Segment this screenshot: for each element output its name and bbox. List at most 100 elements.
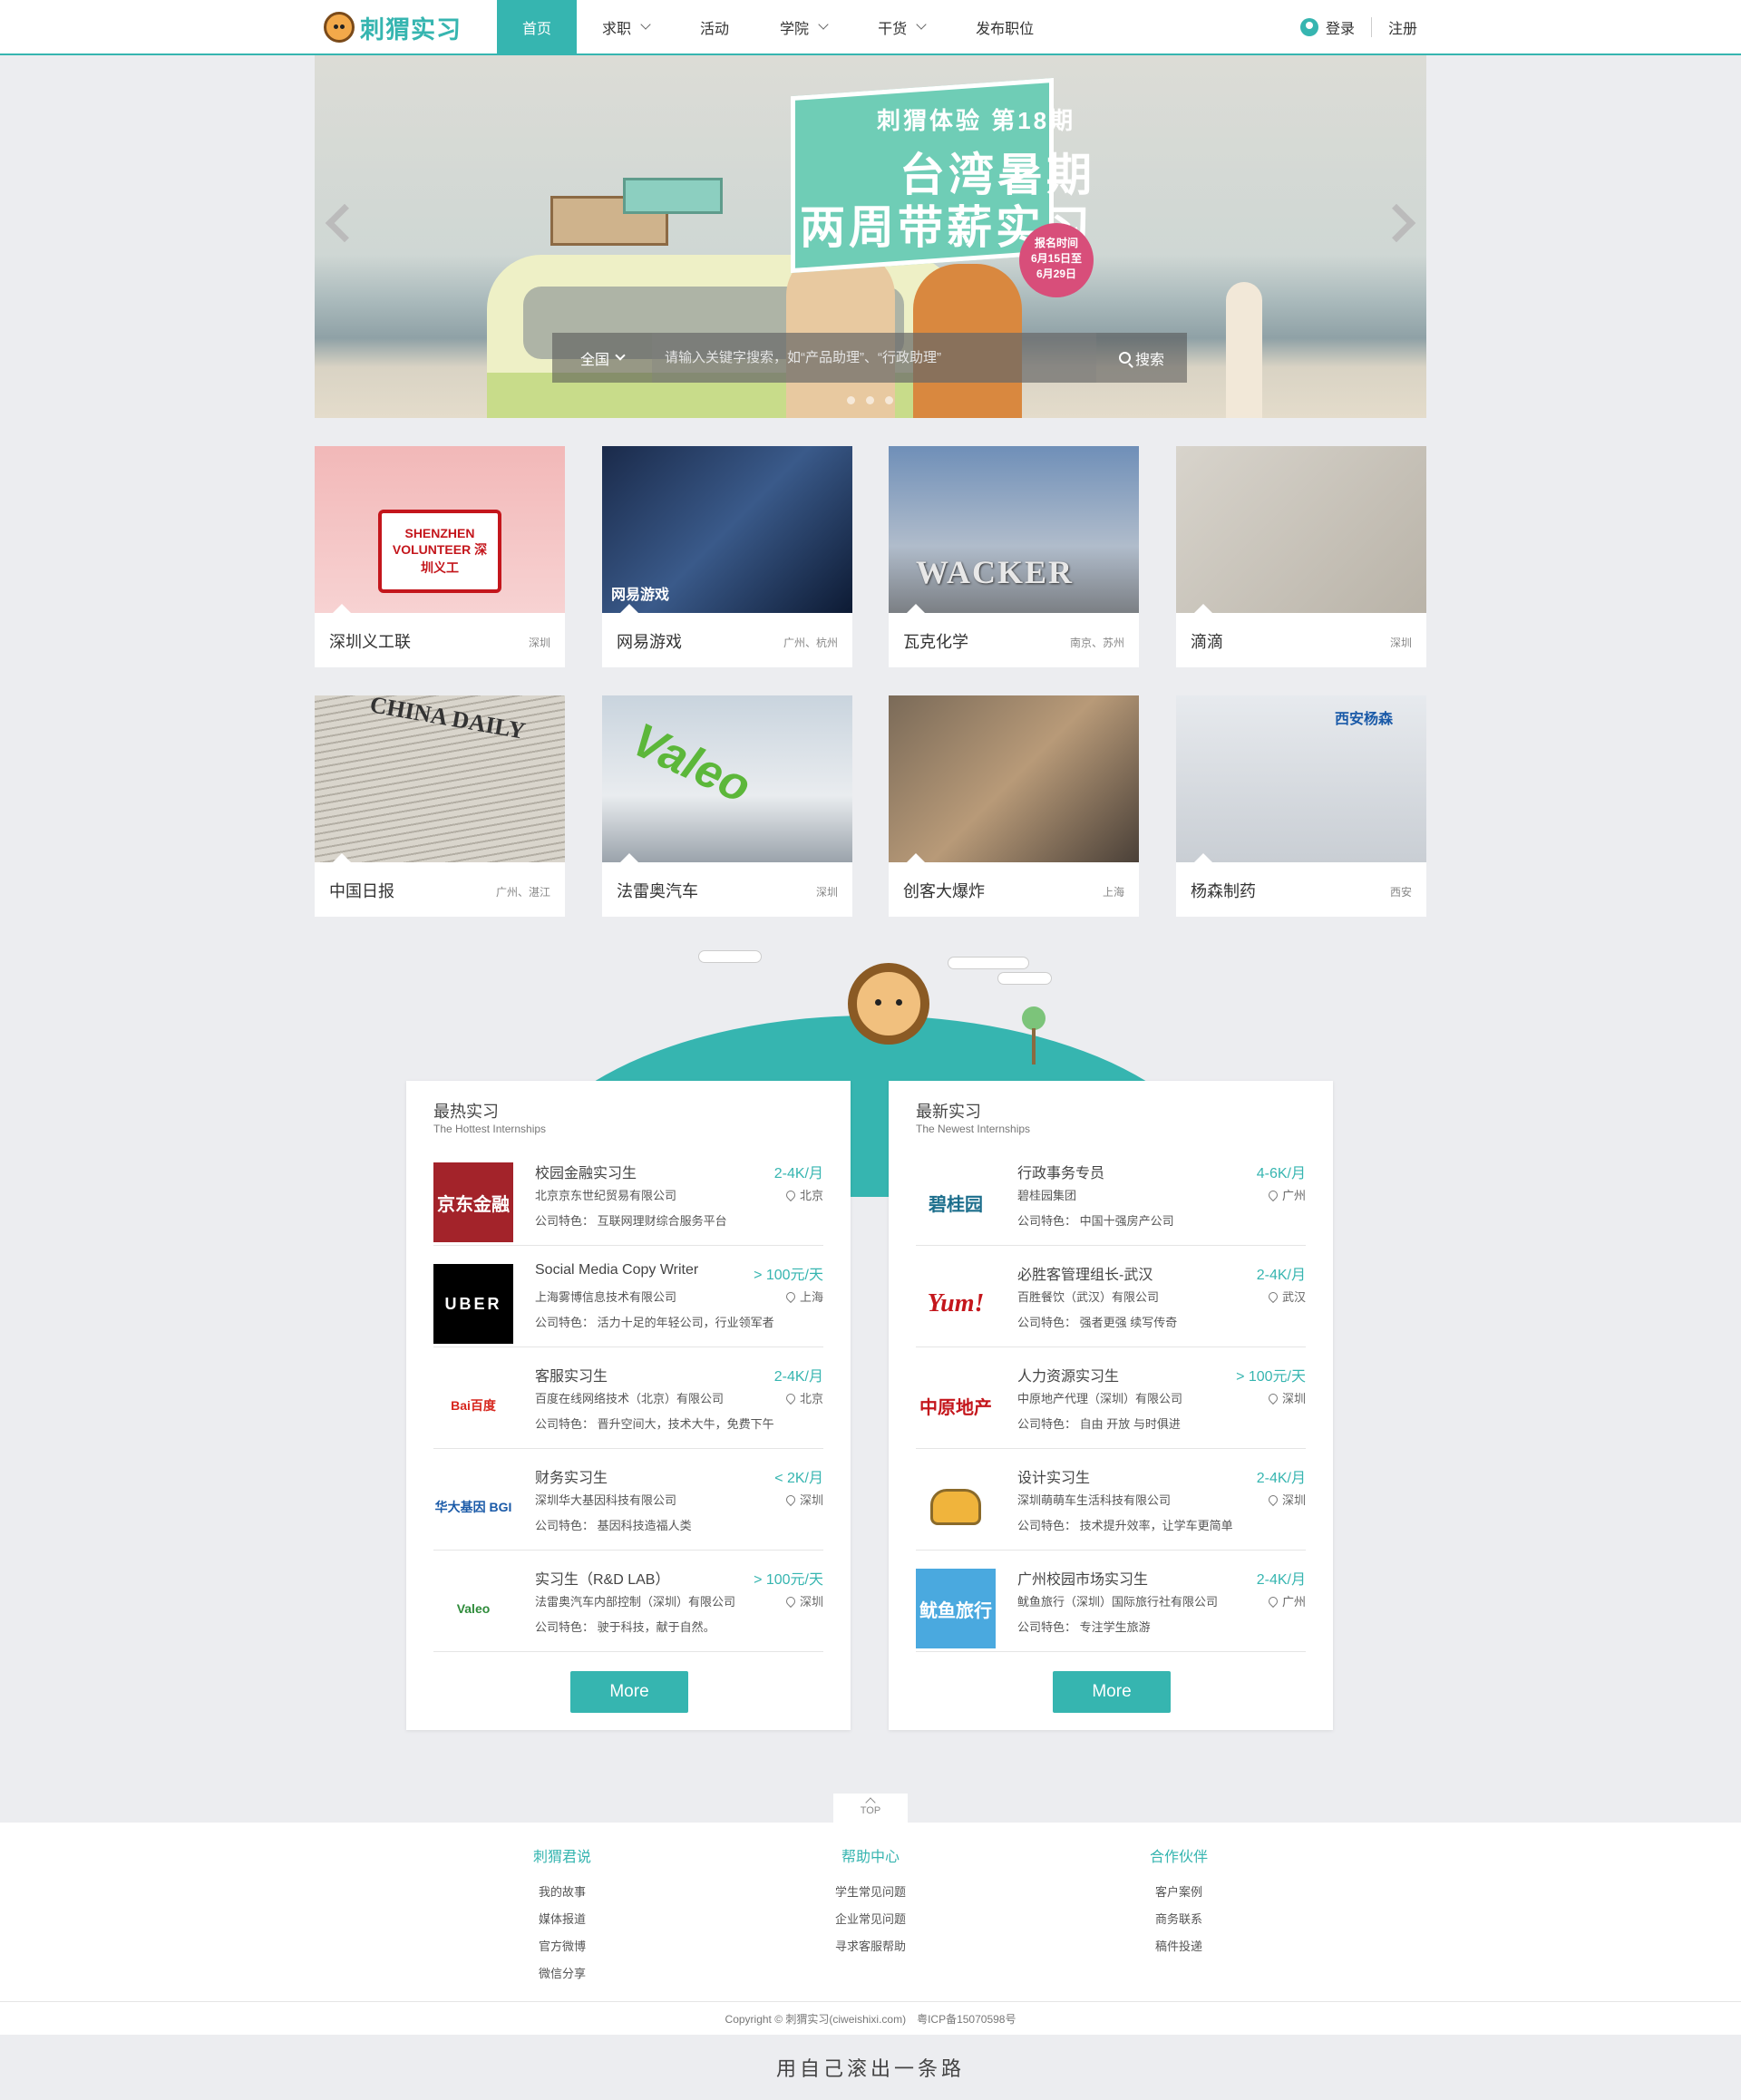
tree-illustration	[1022, 1006, 1046, 1030]
job-feature: 公司特色： 互联网理财综合服务平台	[535, 1214, 727, 1228]
job-feature: 公司特色： 驶于科技，献于自然。	[535, 1620, 715, 1634]
job-location: 武汉	[1266, 1288, 1306, 1305]
nav-item[interactable]: 发布职位	[950, 0, 1059, 53]
job-title[interactable]: 设计实习生	[1017, 1465, 1090, 1487]
job-feature: 公司特色： 活力十足的年轻公司，行业领军者	[535, 1316, 774, 1329]
footer-link[interactable]: 我的故事	[508, 1879, 617, 1906]
cloud-illustration	[997, 972, 1052, 985]
job-title[interactable]: 人力资源实习生	[1017, 1364, 1119, 1385]
login-link[interactable]: 登录	[1326, 16, 1355, 38]
company-city: 广州、杭州	[783, 637, 838, 649]
search-button[interactable]: 搜索	[1096, 333, 1187, 383]
job-list-item[interactable]: UBER Social Media Copy Writer > 100元/天 上海雾博…	[433, 1246, 823, 1347]
logo-text: 刺猬实习	[360, 15, 462, 44]
footer-link[interactable]: 微信分享	[508, 1960, 617, 1988]
carousel-dot[interactable]	[885, 396, 893, 404]
company-card[interactable]: CHINA DAILY 中国日报 广州、湛江	[315, 695, 565, 917]
job-list-item[interactable]: 中原地产 人力资源实习生 > 100元/天 中原地产代理（深圳）有限公司 深圳 公司特色：…	[916, 1347, 1306, 1449]
job-list-item[interactable]: 鱿鱼旅行 广州校园市场实习生 2-4K/月 鱿鱼旅行（深圳）国际旅行社有限公司 广州 公司…	[916, 1551, 1306, 1652]
company-image-label: SHENZHEN VOLUNTEER 深圳义工	[378, 510, 501, 593]
footer-link[interactable]: 寻求客服帮助	[816, 1933, 925, 1960]
company-card[interactable]: 创客大爆炸 上海	[889, 695, 1139, 917]
promo-subtitle: 刺猬体验 第18期	[877, 107, 1076, 134]
job-list-item[interactable]: Yum! 必胜客管理组长-武汉 2-4K/月 百胜餐饮（武汉）有限公司 武汉 公司特色： …	[916, 1246, 1306, 1347]
company-logo: 碧桂园	[916, 1162, 996, 1242]
more-button[interactable]: More	[570, 1671, 688, 1713]
next-slide-arrow-icon[interactable]	[1376, 203, 1416, 243]
nav-item[interactable]: 活动	[675, 0, 754, 53]
company-logo-text: Yum!	[927, 1289, 985, 1317]
company-image-label: 网易游戏	[611, 588, 670, 603]
footer-link[interactable]: 学生常见问题	[816, 1879, 925, 1906]
job-city-label: 深圳	[1281, 1392, 1306, 1405]
chevron-down-icon	[818, 19, 829, 30]
job-city-label: 深圳	[1281, 1493, 1306, 1507]
panel-title: 最新实习	[916, 1103, 981, 1121]
back-to-top-button[interactable]: TOP	[833, 1794, 908, 1824]
company-logo: UBER	[433, 1264, 513, 1344]
nav-item[interactable]: 首页	[497, 0, 578, 53]
footer-link[interactable]: 官方微博	[508, 1933, 617, 1960]
prev-slide-arrow-icon[interactable]	[325, 203, 365, 243]
company-image: CHINA DAILY	[315, 695, 565, 862]
carousel-dot[interactable]	[866, 396, 874, 404]
company-logo-text: 鱿鱼旅行	[919, 1600, 992, 1621]
nav-item[interactable]: 干货	[852, 0, 950, 53]
job-salary: 2-4K/月	[773, 1166, 823, 1181]
footer-link[interactable]: 商务联系	[1124, 1906, 1233, 1933]
job-list-item[interactable]: 华大基因 BGI 财务实习生 < 2K/月 深圳华大基因科技有限公司 深圳 公司特色： 基…	[433, 1449, 823, 1551]
job-list-item[interactable]: Bai百度 客服实习生 2-4K/月 百度在线网络技术（北京）有限公司 北京 公司特色： …	[433, 1347, 823, 1449]
job-title[interactable]: 广州校园市场实习生	[1017, 1567, 1148, 1589]
job-company: 百胜餐饮（武汉）有限公司	[1017, 1290, 1160, 1304]
job-list-item[interactable]: 设计实习生 2-4K/月 深圳萌萌车生活科技有限公司 深圳 公司特色： 技术提升效率，让…	[916, 1449, 1306, 1551]
job-salary: > 100元/天	[754, 1268, 823, 1283]
footer-link[interactable]: 企业常见问题	[816, 1906, 925, 1933]
hedgehog-mascot-icon	[848, 963, 929, 1045]
job-city-label: 上海	[799, 1290, 823, 1304]
job-location: 深圳	[1266, 1389, 1306, 1406]
job-location: 上海	[783, 1288, 823, 1305]
company-city: 深圳	[1389, 637, 1412, 649]
company-card[interactable]: 网易游戏 网易游戏 广州、杭州	[602, 446, 852, 667]
footer-link[interactable]: 客户案例	[1124, 1879, 1233, 1906]
job-title[interactable]: 客服实习生	[535, 1364, 608, 1385]
job-title[interactable]: 必胜客管理组长-武汉	[1017, 1262, 1153, 1284]
job-title[interactable]: 校园金融实习生	[535, 1161, 637, 1182]
carousel-dot[interactable]	[847, 396, 855, 404]
job-title[interactable]: 行政事务专员	[1017, 1161, 1104, 1182]
nav-item[interactable]: 求职	[577, 0, 675, 53]
job-feature: 公司特色： 专注学生旅游	[1017, 1620, 1151, 1634]
job-location: 深圳	[783, 1491, 823, 1508]
car-logo-icon	[930, 1489, 981, 1525]
badge-line: 报名时间	[1034, 237, 1078, 249]
company-card[interactable]: 滴滴 深圳	[1176, 446, 1426, 667]
footer-link[interactable]: 稿件投递	[1124, 1933, 1233, 1960]
company-card[interactable]: SHENZHEN VOLUNTEER 深圳义工 深圳义工联 深圳	[315, 446, 565, 667]
region-select[interactable]: 全国	[552, 333, 652, 383]
job-company: 深圳萌萌车生活科技有限公司	[1017, 1493, 1172, 1507]
company-card[interactable]: 西安杨森 杨森制药 西安	[1176, 695, 1426, 917]
company-logo	[916, 1467, 996, 1547]
company-city: 西安	[1389, 886, 1412, 899]
company-logo-text: UBER	[444, 1294, 502, 1313]
badge-line: 6月15日至	[1030, 252, 1083, 265]
job-title[interactable]: Social Media Copy Writer	[535, 1262, 698, 1278]
job-list-item[interactable]: 碧桂园 行政事务专员 4-6K/月 碧桂园集团 广州 公司特色： 中国十强房产公司	[916, 1144, 1306, 1246]
hero-banner[interactable]: 刺猬体验 第18期 台湾暑期 两周带薪实习 报名时间 6月15日至 6月29日 …	[315, 55, 1426, 418]
site-logo[interactable]: 刺猬实习	[324, 9, 462, 45]
job-city-label: 广州	[1281, 1595, 1306, 1609]
job-title[interactable]: 财务实习生	[535, 1465, 608, 1487]
job-list-item[interactable]: Valeo 实习生（R&D LAB） > 100元/天 法雷奥汽车内部控制（深圳）有限…	[433, 1551, 823, 1652]
company-card[interactable]: Valeo 法雷奥汽车 深圳	[602, 695, 852, 917]
register-link[interactable]: 注册	[1388, 16, 1417, 38]
more-button[interactable]: More	[1053, 1671, 1171, 1713]
company-card[interactable]: WACKER 瓦克化学 南京、苏州	[889, 446, 1139, 667]
footer-link[interactable]: 媒体报道	[508, 1906, 617, 1933]
signup-date-badge: 报名时间 6月15日至 6月29日	[1019, 223, 1094, 297]
nav-item[interactable]: 学院	[754, 0, 852, 53]
company-logo-text: Bai百度	[451, 1398, 496, 1413]
job-title[interactable]: 实习生（R&D LAB）	[535, 1567, 669, 1589]
company-logo-text: 华大基因 BGI	[434, 1500, 512, 1514]
search-input[interactable]	[652, 333, 1096, 383]
job-list-item[interactable]: 京东金融 校园金融实习生 2-4K/月 北京京东世纪贸易有限公司 北京 公司特色： 互联网…	[433, 1144, 823, 1246]
